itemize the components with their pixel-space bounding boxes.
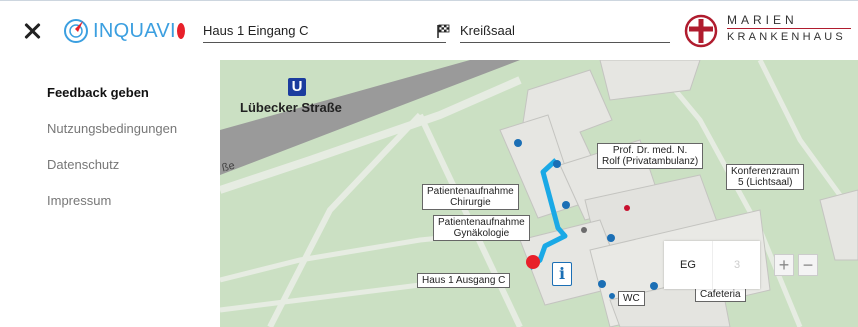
sidebar-item-impressum[interactable]: Impressum [47,193,111,208]
destination-value: Kreißsaal [460,23,515,38]
logo-dot [176,23,185,39]
sidebar-item-datenschutz[interactable]: Datenschutz [47,157,119,172]
label-haus1-ausgang-c[interactable]: Haus 1 Ausgang C [417,273,511,288]
top-bar: INQUAVI Haus 1 Eingang C Kreißsaal MARIE… [0,0,858,60]
sidebar-menu: Feedback geben Nutzungsbedingungen Daten… [0,60,220,327]
destination-field[interactable]: Kreißsaal [460,20,670,43]
start-location-value: Haus 1 Eingang C [203,23,309,38]
label-konferenzraum[interactable]: Konferenzraum 5 (Lichtsaal) [726,164,805,190]
inquavi-logo: INQUAVI [63,18,185,44]
label-wc[interactable]: WC [618,291,645,306]
label-patientenaufnahme-gynaekologie[interactable]: Patientenaufnahme Gynäkologie [433,215,530,241]
checkered-flag-icon [437,24,450,38]
label-cafeteria[interactable]: Cafeteria [695,287,746,302]
level-button-eg[interactable]: EG [664,241,712,289]
current-position-marker [526,255,540,269]
station-label: Lübecker Straße [240,100,342,115]
logo-text: INQUAVI [93,19,176,42]
hospital-cross-icon [684,14,718,48]
info-icon[interactable]: i [552,262,572,286]
brand-name-line1: MARIEN [727,13,798,27]
start-location-field[interactable]: Haus 1 Eingang C [203,20,446,43]
label-patientenaufnahme-chirurgie[interactable]: Patientenaufnahme Chirurgie [422,184,519,210]
zoom-out-button[interactable]: − [798,254,818,276]
close-icon[interactable] [20,19,44,43]
info-symbol: i [558,264,566,283]
sidebar-item-feedback[interactable]: Feedback geben [47,85,149,100]
subway-icon: U [288,78,306,96]
zoom-in-button[interactable]: + [774,254,794,276]
level-button-3[interactable]: 3 [712,241,761,289]
app-frame: i U Lübecker Straße ße Prof. Dr. med. N.… [0,0,858,327]
sidebar-item-nutzungsbedingungen[interactable]: Nutzungsbedingungen [47,121,177,136]
brand-name-line2: KRANKENHAUS [727,31,846,43]
compass-icon [64,19,88,43]
level-selector: EG 3 [664,241,760,289]
label-rolf[interactable]: Prof. Dr. med. N. Rolf (Privatambulanz) [597,143,704,169]
brand-divider [727,28,851,29]
